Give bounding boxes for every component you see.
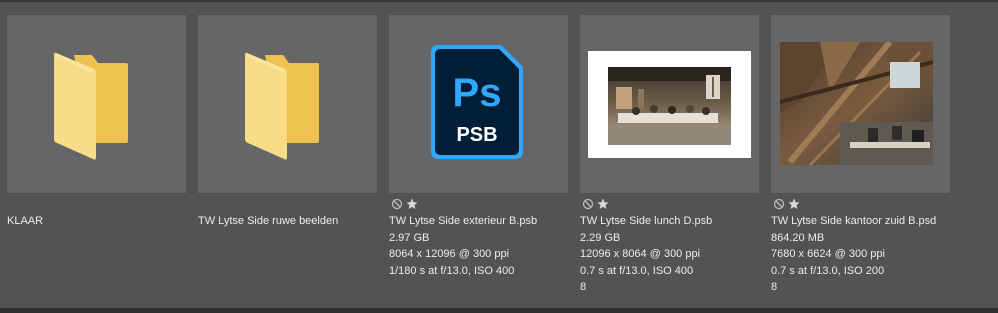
- no-rating-icon[interactable]: [773, 198, 785, 210]
- thumbnail-tile[interactable]: [198, 15, 377, 193]
- star-icon[interactable]: [406, 198, 418, 210]
- no-rating-icon[interactable]: [582, 198, 594, 210]
- bottom-divider: [0, 308, 998, 313]
- item-badges: [391, 197, 418, 211]
- item-name: KLAAR: [7, 215, 44, 227]
- thumbnail-tile[interactable]: [771, 15, 950, 193]
- item-metadata: TW Lytse Side kantoor zuid B.psd 864.20 …: [771, 213, 971, 296]
- item-name: TW Lytse Side ruwe beelden: [198, 215, 339, 227]
- item-size: 2.97 GB: [389, 231, 430, 244]
- photo-thumbnail: [588, 51, 751, 158]
- no-rating-icon[interactable]: [391, 198, 403, 210]
- folder-icon: [54, 52, 128, 160]
- item-name: TW Lytse Side kantoor zuid B.psd: [771, 215, 937, 227]
- item-badges: [582, 197, 609, 211]
- item-extra: 8: [580, 281, 587, 293]
- office-photo-image: [780, 42, 933, 165]
- item-exposure: 0.7 s at f/13.0, ISO 200: [771, 264, 885, 277]
- thumbnail-tile[interactable]: [580, 15, 759, 193]
- top-divider: [0, 0, 998, 2]
- item-metadata: KLAAR: [7, 213, 207, 230]
- item-metadata: TW Lytse Side ruwe beelden: [198, 213, 398, 230]
- psb-text: PSB: [456, 124, 497, 146]
- photoshop-psb-icon: Ps PSB: [431, 45, 523, 159]
- item-size: 864.20 MB: [771, 231, 825, 244]
- item-name: TW Lytse Side exterieur B.psb: [389, 215, 538, 227]
- item-metadata: TW Lytse Side lunch D.psb 2.29 GB 12096 …: [580, 213, 780, 296]
- item-badges: [773, 197, 800, 211]
- item-dimensions: 7680 x 6624 @ 300 ppi: [771, 248, 885, 260]
- folder-icon: [245, 52, 319, 160]
- item-size: 2.29 GB: [580, 231, 621, 244]
- item-extra: 8: [771, 281, 778, 293]
- star-icon[interactable]: [788, 198, 800, 210]
- star-icon[interactable]: [597, 198, 609, 210]
- ps-text: Ps: [453, 71, 502, 115]
- item-exposure: 1/180 s at f/13.0, ISO 400: [389, 264, 515, 277]
- thumbnail-tile[interactable]: [7, 15, 186, 193]
- item-dimensions: 12096 x 8064 @ 300 ppi: [580, 248, 701, 260]
- item-dimensions: 8064 x 12096 @ 300 ppi: [389, 248, 510, 260]
- item-metadata: TW Lytse Side exterieur B.psb 2.97 GB 80…: [389, 213, 589, 279]
- item-exposure: 0.7 s at f/13.0, ISO 400: [580, 264, 694, 277]
- thumbnail-tile[interactable]: Ps PSB: [389, 15, 568, 193]
- lunch-photo-image: [608, 67, 731, 145]
- item-name: TW Lytse Side lunch D.psb: [580, 215, 713, 227]
